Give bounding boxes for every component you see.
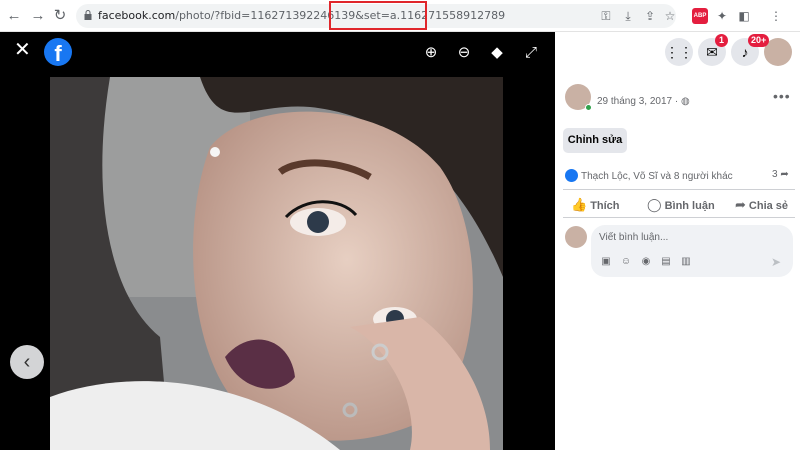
emoji-icon[interactable]: ☺ [620,256,632,268]
divider [563,217,795,218]
like-button[interactable]: 👍 Thích [571,197,620,213]
share-icon: ➦ [735,197,746,212]
post-panel: ⋮⋮ ✉ ♪ 1 20+ 29 tháng 3, 2017 · ◍ ••• Ch… [555,32,800,450]
previous-photo-button[interactable]: ‹ [10,345,44,379]
browser-toolbar: ← → ↻ facebook.com/photo/?fbid=116271392… [0,0,800,32]
globe-icon: ◍ [680,96,690,107]
photo-image [50,77,503,450]
commenter-avatar[interactable] [565,226,587,248]
key-icon[interactable]: ⚿ [598,8,614,24]
lock-icon [84,10,92,20]
divider [563,189,795,190]
url-text: facebook.com/photo/?fbid=116271392246139… [98,9,506,22]
sticker-icon[interactable]: ▣ [600,256,612,268]
tag-icon[interactable]: ◆ [488,44,506,62]
avatar-sticker-icon[interactable]: ▥ [680,256,692,268]
thumbs-up-icon: 👍 [571,197,588,212]
gif-icon[interactable]: ▤ [660,256,672,268]
send-icon[interactable]: ➤ [771,255,781,269]
photo-viewer: ✕ f ⊕ ⊖ ◆ ⤢ ‹ [0,32,555,450]
facebook-logo-icon[interactable]: f [44,38,72,66]
comment-bubble-icon: ◯ [647,197,662,212]
zoom-out-icon[interactable]: ⊖ [455,44,473,62]
online-status-dot [585,104,592,111]
install-icon[interactable]: ⤓ [620,8,636,24]
share-icon[interactable]: ⇪ [642,8,658,24]
notification-badge: 20+ [748,34,770,47]
share-arrow-icon: ➦ [780,169,789,180]
reactions-summary[interactable]: Thạch Lộc, Võ Sĩ và 8 người khác [565,169,733,182]
messenger-badge: 1 [715,34,728,47]
edit-button[interactable]: Chỉnh sửa [563,128,627,153]
share-count[interactable]: 3 ➦ [772,169,789,180]
bookmark-star-icon[interactable]: ☆ [662,8,678,24]
share-button[interactable]: ➦ Chia sẻ [735,197,788,213]
close-icon[interactable]: ✕ [14,40,31,60]
comment-input[interactable]: Viết bình luận... [599,232,668,243]
zoom-in-icon[interactable]: ⊕ [422,44,440,62]
extensions-puzzle-icon[interactable]: ✦ [714,8,730,24]
fullscreen-icon[interactable]: ⤢ [522,44,540,62]
like-reaction-icon [565,169,578,182]
reload-icon[interactable]: ↻ [50,6,70,26]
post-date[interactable]: 29 tháng 3, 2017 · ◍ [597,96,690,107]
comment-button[interactable]: ◯ Bình luận [647,197,715,213]
menu-grid-icon[interactable]: ⋮⋮ [665,38,693,66]
side-panel-icon[interactable]: ◧ [736,8,752,24]
back-icon[interactable]: ← [4,6,24,26]
forward-icon[interactable]: → [28,6,48,26]
menu-icon[interactable]: ⋮ [768,8,784,24]
comment-box[interactable]: Viết bình luận... ▣ ☺ ◉ ▤ ▥ ➤ [591,225,793,277]
adblock-extension-icon[interactable]: ABP [692,8,708,24]
more-options-icon[interactable]: ••• [773,88,791,104]
camera-icon[interactable]: ◉ [640,256,652,268]
url-highlight-box [329,1,427,30]
